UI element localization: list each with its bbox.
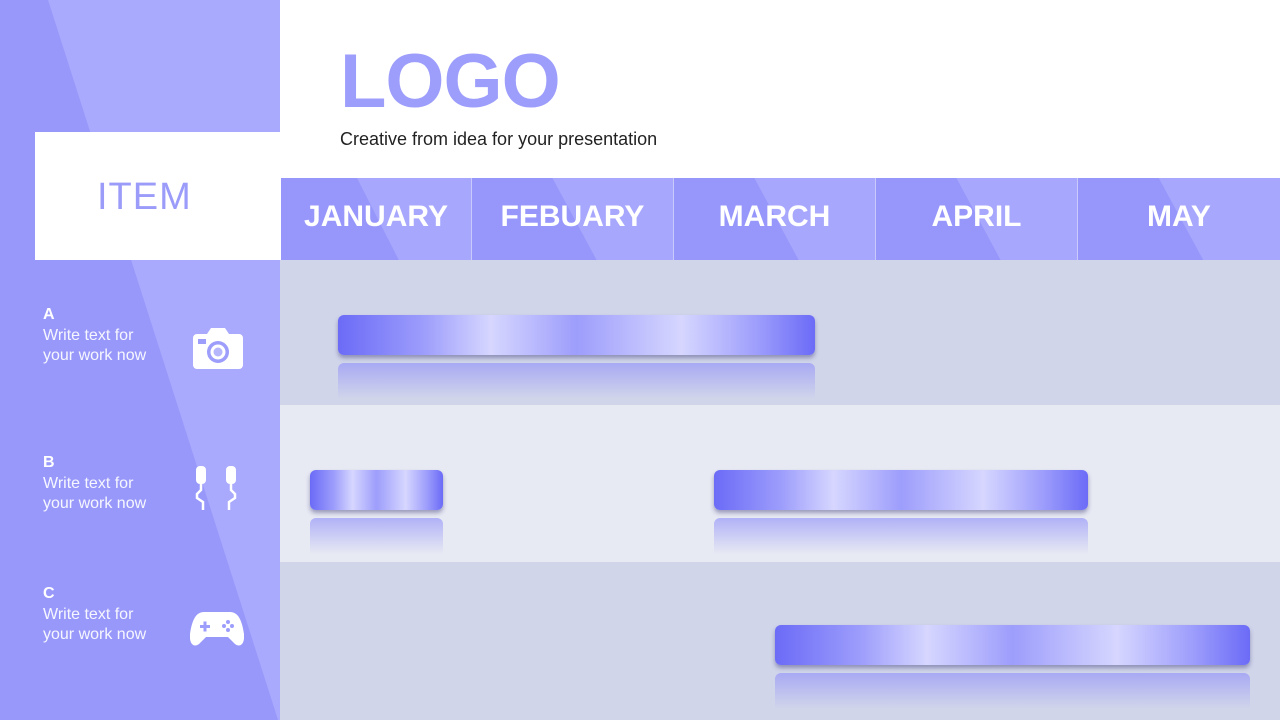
month-label: FEBUARY [500,200,645,233]
item-header-box: ITEM [35,132,281,260]
row-letter: C [43,585,55,602]
item-title: ITEM [97,176,192,218]
month-header: JANUARY FEBUARY MARCH APRIL MAY [281,178,1280,260]
gantt-bar-c-3 [775,625,1250,710]
gantt-bar-body [775,625,1250,665]
gantt-bar-b-1 [309,470,444,555]
gantt-bar-reflection [338,363,816,399]
row-label-c: C Write text for your work now [43,585,193,645]
tagline: Creative from idea for your presentation [340,129,658,149]
month-label: JANUARY [304,200,448,233]
row-label-b: B Write text for your work now [43,454,193,514]
month-label: APRIL [931,200,1022,233]
gantt-bar-body [714,470,1089,510]
row-description: Write text for your work now [43,475,147,512]
gantt-bar-b-2 [714,470,1089,555]
gamepad-icon [190,612,244,646]
row-description: Write text for your work now [43,606,147,643]
camera-icon [193,328,243,369]
row-letter: B [43,454,55,471]
gantt-bar-reflection [714,518,1089,554]
month-label: MAY [1147,200,1211,233]
month-header-cell: MARCH [674,178,876,260]
gantt-bar-body [338,315,816,355]
row-description: Write text for your work now [43,327,147,364]
month-header-cell: MAY [1078,178,1280,260]
month-label: MARCH [718,200,831,233]
logo-text: LOGO [340,39,561,124]
earphones-icon [195,466,237,510]
month-header-cell: JANUARY [281,178,472,260]
row-label-a: A Write text for your work now [43,306,193,366]
gantt-bar-body [309,470,444,510]
month-header-cell: FEBUARY [472,178,674,260]
gantt-bar-reflection [775,673,1250,709]
gantt-bar-a-0 [338,315,816,400]
month-header-cell: APRIL [876,178,1078,260]
gantt-bar-reflection [309,518,444,554]
row-letter: A [43,306,55,323]
